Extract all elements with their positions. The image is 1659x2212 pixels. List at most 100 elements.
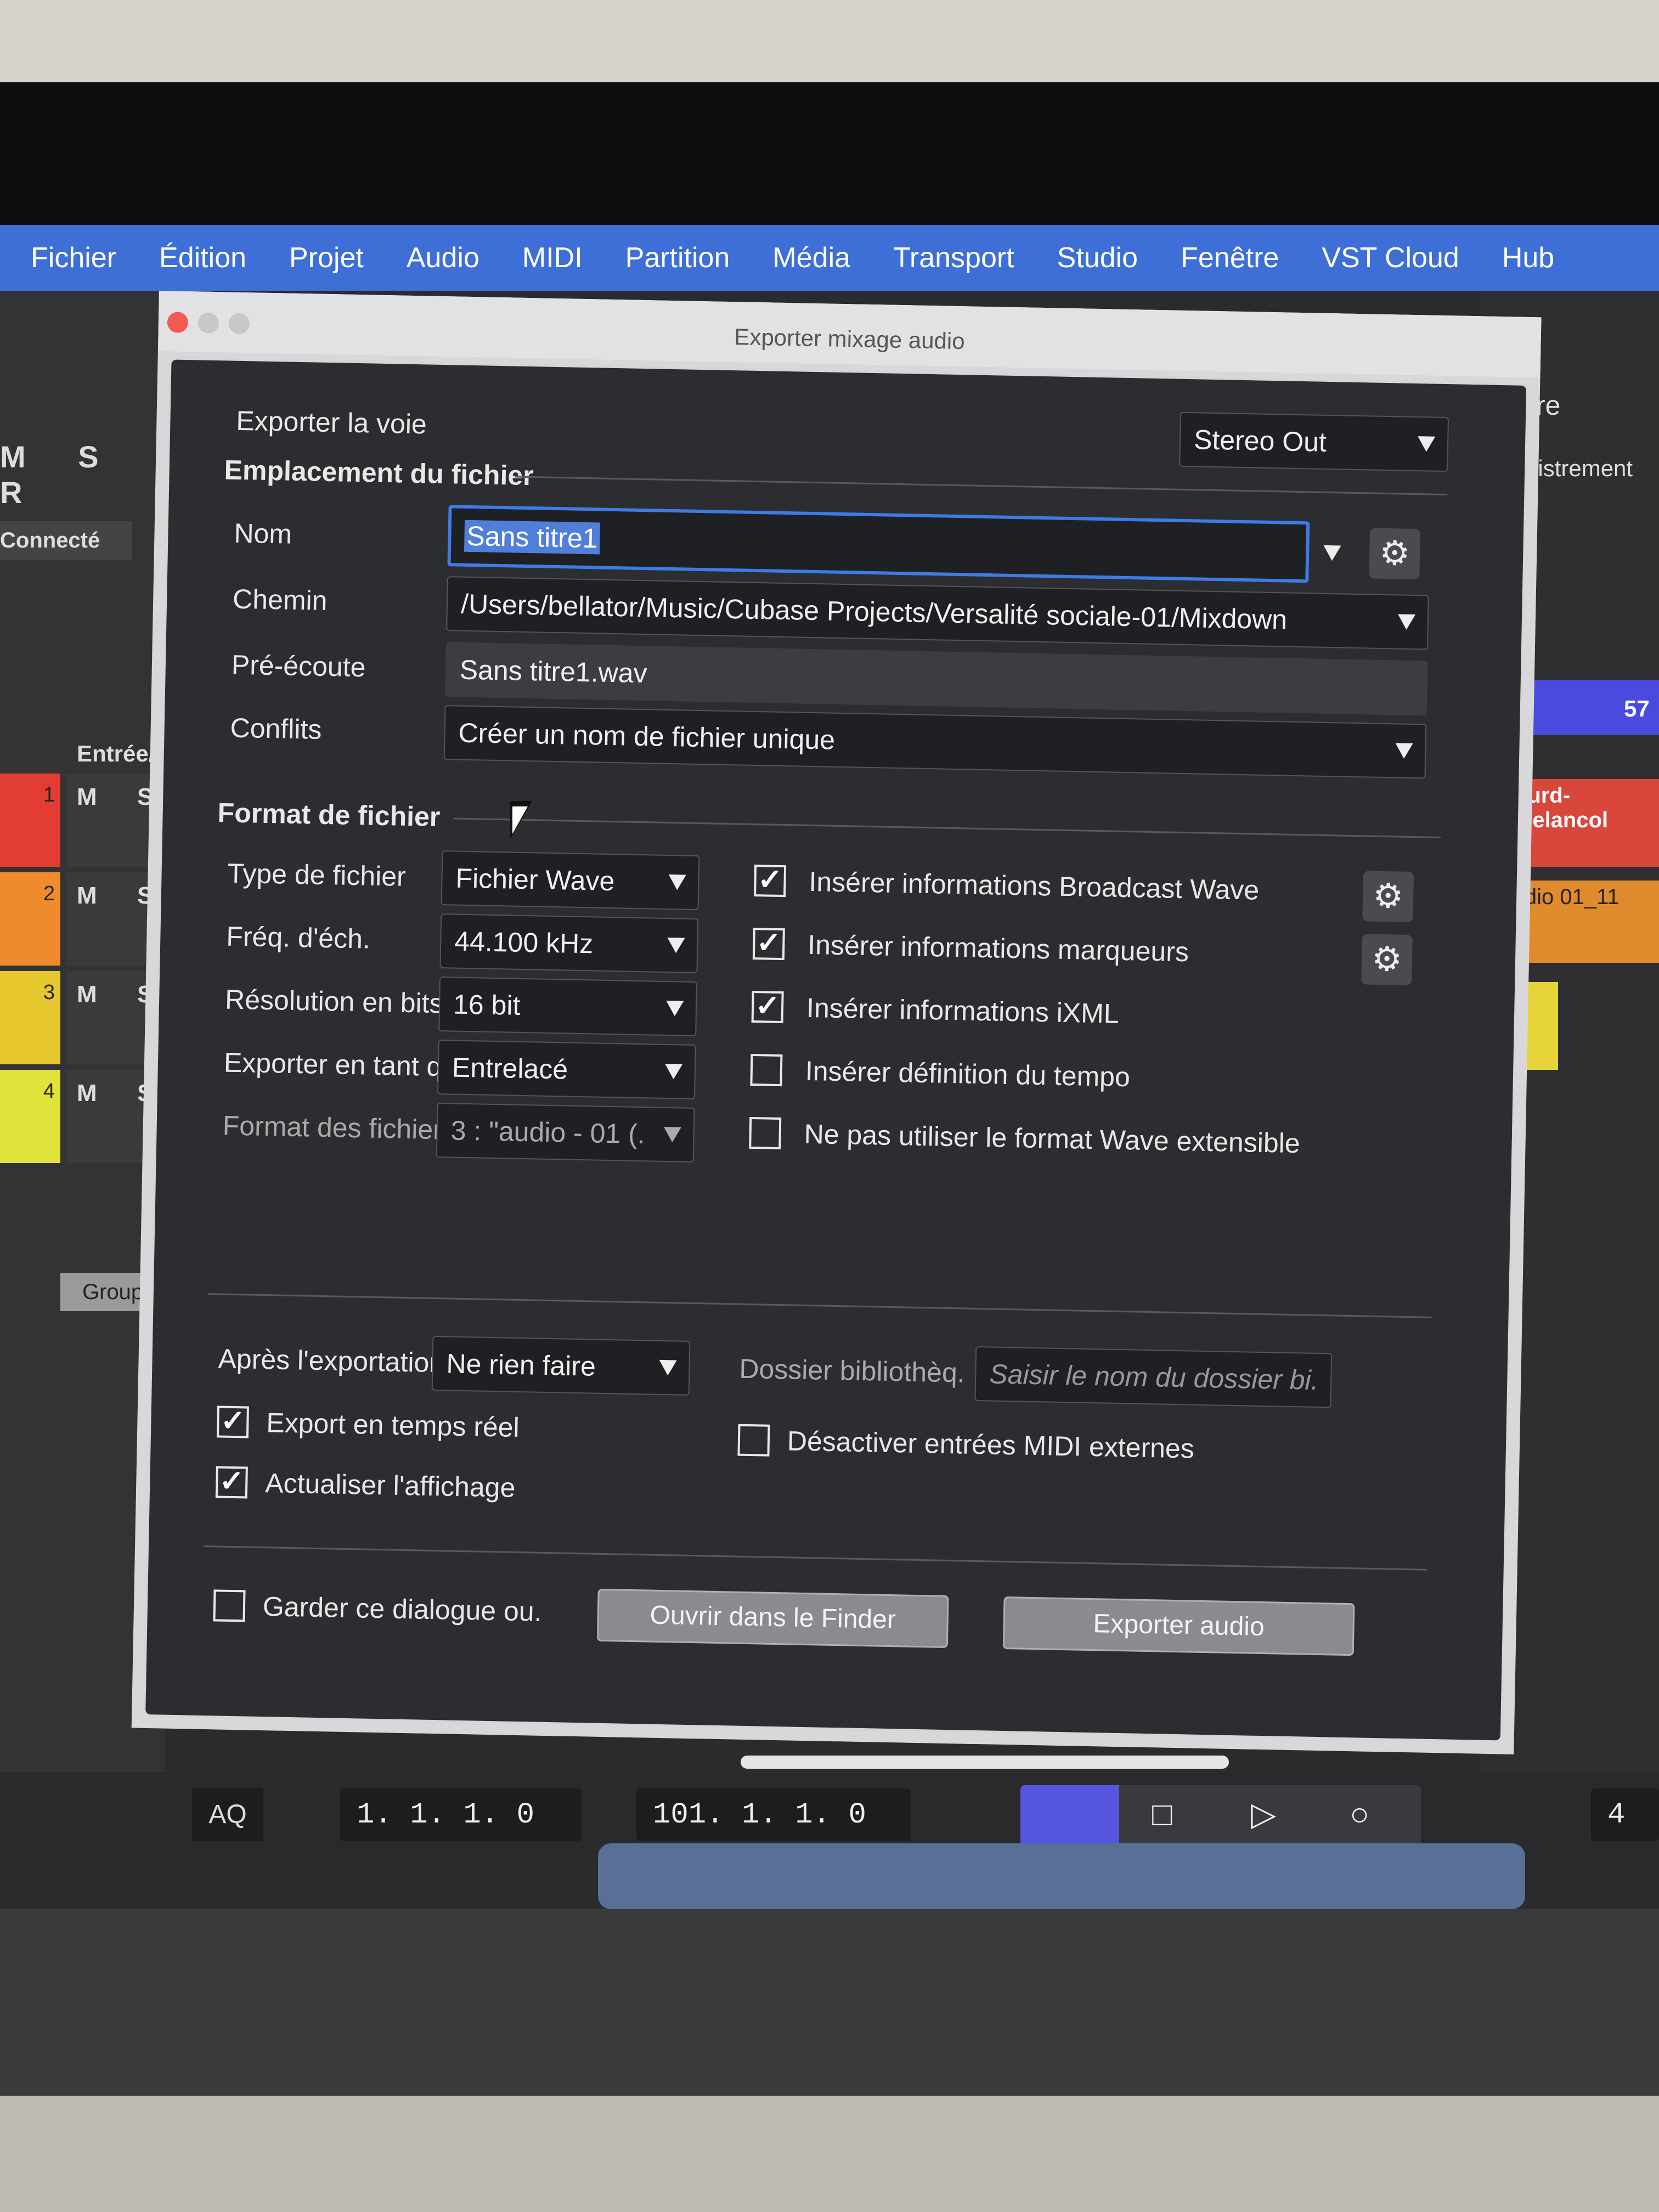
section-divider [515, 476, 1448, 496]
library-folder-label: Dossier bibliothèq. [738, 1353, 966, 1389]
gear-icon[interactable]: ⚙ [1362, 871, 1414, 923]
menu-hub[interactable]: Hub [1502, 241, 1554, 274]
dialog-panel: Exporter la voie Stereo Out Emplacement … [143, 357, 1530, 1743]
track-color-2[interactable]: 2 [0, 872, 60, 966]
file-type-value: Fichier Wave [455, 862, 615, 897]
dialog-title: Exporter mixage audio [734, 324, 966, 354]
library-folder-placeholder: Saisir le nom du dossier bi. [989, 1358, 1319, 1396]
mute-button[interactable]: M [77, 981, 97, 1008]
record-icon[interactable]: ○ [1350, 1795, 1369, 1833]
chevron-down-icon [664, 1063, 683, 1080]
name-history-dropdown[interactable] [1314, 526, 1353, 581]
gear-icon[interactable]: ⚙ [1369, 528, 1421, 580]
after-export-label: Après l'exportation [218, 1343, 445, 1379]
right-locator[interactable]: 101. 1. 1. 0 [636, 1788, 911, 1841]
file-format-dropdown[interactable]: 3 : "audio - 01 (. [436, 1102, 695, 1163]
play-icon[interactable]: ▷ [1251, 1795, 1276, 1833]
path-dropdown[interactable]: /Users/bellator/Music/Cubase Projects/Ve… [446, 576, 1429, 650]
menu-vst-cloud[interactable]: VST Cloud [1322, 241, 1459, 274]
chevron-down-icon [1417, 436, 1436, 452]
chevron-down-icon [663, 1126, 681, 1143]
aq-button[interactable]: AQ [192, 1788, 263, 1841]
library-folder-input[interactable]: Saisir le nom du dossier bi. [974, 1346, 1333, 1408]
sample-rate-value: 44.100 kHz [454, 926, 594, 960]
input-column-header: Entrée/ [77, 741, 155, 766]
chevron-down-icon [1323, 545, 1341, 561]
mute-button[interactable]: M [77, 783, 97, 811]
conflicts-value: Créer un nom de fichier unique [458, 717, 836, 755]
disable-midi-checkbox[interactable] [737, 1424, 770, 1457]
open-in-finder-button[interactable]: Ouvrir dans le Finder [596, 1588, 949, 1649]
menu-midi[interactable]: MIDI [522, 241, 583, 274]
sample-rate-label: Fréq. d'éch. [225, 921, 371, 955]
realtime-export-checkbox[interactable]: ✓ [216, 1404, 249, 1438]
section-file-format: Format de fichier [217, 797, 441, 833]
realtime-export-label: Export en temps réel [266, 1407, 520, 1443]
export-as-label: Exporter en tant q. [223, 1047, 450, 1082]
track-number: 3 [43, 981, 55, 1004]
preview-value: Sans titre1.wav [459, 654, 648, 689]
transport-controls: □ ▷ ○ [1020, 1785, 1421, 1846]
export-as-value: Entrelacé [452, 1052, 568, 1085]
conflicts-dropdown[interactable]: Créer un nom de fichier unique [443, 705, 1427, 779]
broadcast-wave-label: Insérer informations Broadcast Wave [809, 866, 1260, 906]
track-number: 4 [43, 1080, 55, 1103]
tempo-definition-checkbox[interactable] [750, 1053, 783, 1087]
menu-studio[interactable]: Studio [1057, 241, 1138, 274]
conflicts-label: Conflits [230, 712, 322, 745]
menu-media[interactable]: Média [772, 241, 850, 274]
menu-transport[interactable]: Transport [893, 241, 1014, 274]
left-locator[interactable]: 1. 1. 1. 0 [340, 1788, 582, 1841]
menu-projet[interactable]: Projet [289, 241, 364, 274]
menu-audio[interactable]: Audio [407, 241, 479, 274]
path-value: /Users/bellator/Music/Cubase Projects/Ve… [460, 588, 1288, 635]
tempo-definition-label: Insérer définition du tempo [805, 1055, 1131, 1093]
track-color-1[interactable]: 1 [0, 774, 60, 867]
chevron-down-icon [1397, 614, 1416, 630]
tempo-field[interactable]: 4 [1591, 1788, 1659, 1841]
gear-icon[interactable]: ⚙ [1361, 934, 1413, 986]
export-audio-button[interactable]: Exporter audio [1002, 1596, 1355, 1656]
update-display-label: Actualiser l'affichage [264, 1468, 516, 1503]
sample-rate-dropdown[interactable]: 44.100 kHz [439, 913, 699, 974]
msr-header: M S R [0, 439, 121, 510]
track-color-4[interactable]: 4 [0, 1070, 60, 1163]
markers-label: Insérer informations marqueurs [807, 929, 1189, 968]
update-display-checkbox[interactable]: ✓ [215, 1465, 248, 1499]
export-channel-value: Stereo Out [1193, 424, 1327, 458]
track-color-3[interactable]: 3 [0, 971, 60, 1064]
menu-edition[interactable]: Édition [159, 241, 246, 274]
section-divider [204, 1545, 1427, 1571]
name-label: Nom [234, 517, 292, 550]
horizontal-scrollbar[interactable] [741, 1756, 1229, 1769]
menu-partition[interactable]: Partition [625, 241, 730, 274]
track-number: 1 [43, 783, 55, 806]
preview-label: Pré-écoute [231, 649, 366, 683]
menu-fenetre[interactable]: Fenêtre [1181, 241, 1279, 274]
bit-depth-value: 16 bit [453, 989, 521, 1021]
markers-checkbox[interactable]: ✓ [752, 926, 785, 961]
chevron-down-icon [668, 874, 686, 890]
macos-dock[interactable] [598, 1843, 1525, 1909]
wave-extensible-checkbox[interactable] [749, 1116, 782, 1150]
broadcast-wave-checkbox[interactable]: ✓ [754, 863, 787, 898]
cycle-button[interactable] [1020, 1785, 1119, 1846]
ixml-checkbox[interactable]: ✓ [751, 989, 784, 1024]
keep-dialog-checkbox[interactable] [213, 1589, 246, 1622]
ruler-bar: 57 [1624, 696, 1650, 721]
menu-fichier[interactable]: Fichier [31, 241, 116, 274]
mute-button[interactable]: M [77, 882, 97, 910]
export-channel-dropdown[interactable]: Stereo Out [1179, 411, 1449, 472]
stop-icon[interactable]: □ [1152, 1795, 1172, 1833]
chevron-down-icon [659, 1359, 677, 1376]
mute-button[interactable]: M [77, 1080, 97, 1107]
keep-dialog-label: Garder ce dialogue ou. [262, 1591, 543, 1627]
after-export-value: Ne rien faire [446, 1348, 596, 1382]
mouse-cursor-fill [512, 806, 528, 834]
file-type-dropdown[interactable]: Fichier Wave [441, 850, 700, 911]
name-input[interactable]: Sans titre1 [447, 505, 1310, 583]
clip-title: ourd-Melancol [1514, 783, 1609, 832]
after-export-dropdown[interactable]: Ne rien faire [431, 1335, 691, 1396]
export-as-dropdown[interactable]: Entrelacé [437, 1040, 696, 1100]
bit-depth-dropdown[interactable]: 16 bit [438, 977, 698, 1037]
